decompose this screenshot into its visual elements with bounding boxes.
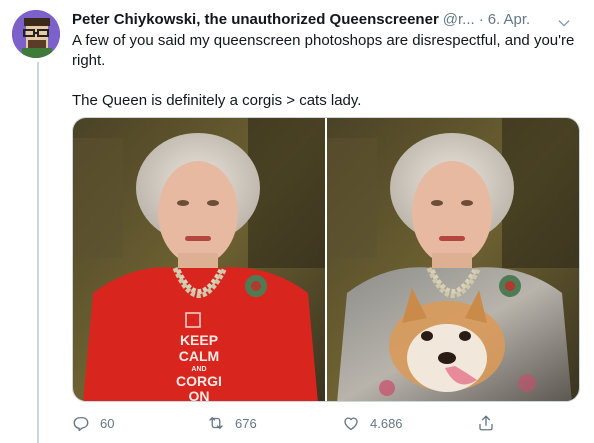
- tweet-text-line-2: The Queen is definitely a corgis > cats …: [72, 92, 362, 109]
- photo-queen-corgi-dress[interactable]: [327, 118, 579, 401]
- sign-word-2: CALM: [179, 348, 219, 364]
- retweet-count: 676: [235, 415, 257, 431]
- tweet-header: Peter Chiykowski, the unauthorized Queen…: [72, 9, 582, 31]
- retweet-button[interactable]: 676: [207, 414, 257, 432]
- avatar[interactable]: [12, 10, 60, 58]
- like-count: 4.686: [370, 415, 403, 431]
- chevron-down-icon[interactable]: [556, 15, 572, 31]
- share-icon: [479, 415, 493, 431]
- thread-line: [37, 62, 39, 443]
- photo-queen-red-dress[interactable]: KEEP CALM AND CORGI ON: [73, 118, 325, 401]
- separator-dot: ·: [478, 11, 484, 28]
- sign-word-5: ON: [189, 388, 210, 401]
- tweet-text-line-1: A few of you said my queenscreen photosh…: [72, 32, 575, 69]
- heart-icon: [344, 417, 358, 431]
- display-name[interactable]: Peter Chiykowski, the unauthorized Queen…: [72, 10, 439, 30]
- sign-word-3: AND: [191, 366, 206, 373]
- share-button[interactable]: [477, 414, 505, 432]
- reply-button[interactable]: 60: [72, 414, 114, 432]
- tweet-text: A few of you said my queenscreen photosh…: [72, 31, 582, 111]
- like-button[interactable]: 4.686: [342, 414, 403, 432]
- sign-word-4: CORGI: [176, 373, 222, 389]
- user-handle[interactable]: @r...: [443, 10, 475, 30]
- retweet-icon: [209, 417, 223, 429]
- reply-count: 60: [100, 415, 115, 431]
- media-grid: KEEP CALM AND CORGI ON: [72, 117, 580, 402]
- reply-icon: [73, 417, 89, 432]
- tweet-actions: 60 676 4.686: [72, 410, 512, 436]
- tweet-date[interactable]: 6. Apr.: [488, 10, 531, 30]
- sign-word-1: KEEP: [180, 332, 218, 348]
